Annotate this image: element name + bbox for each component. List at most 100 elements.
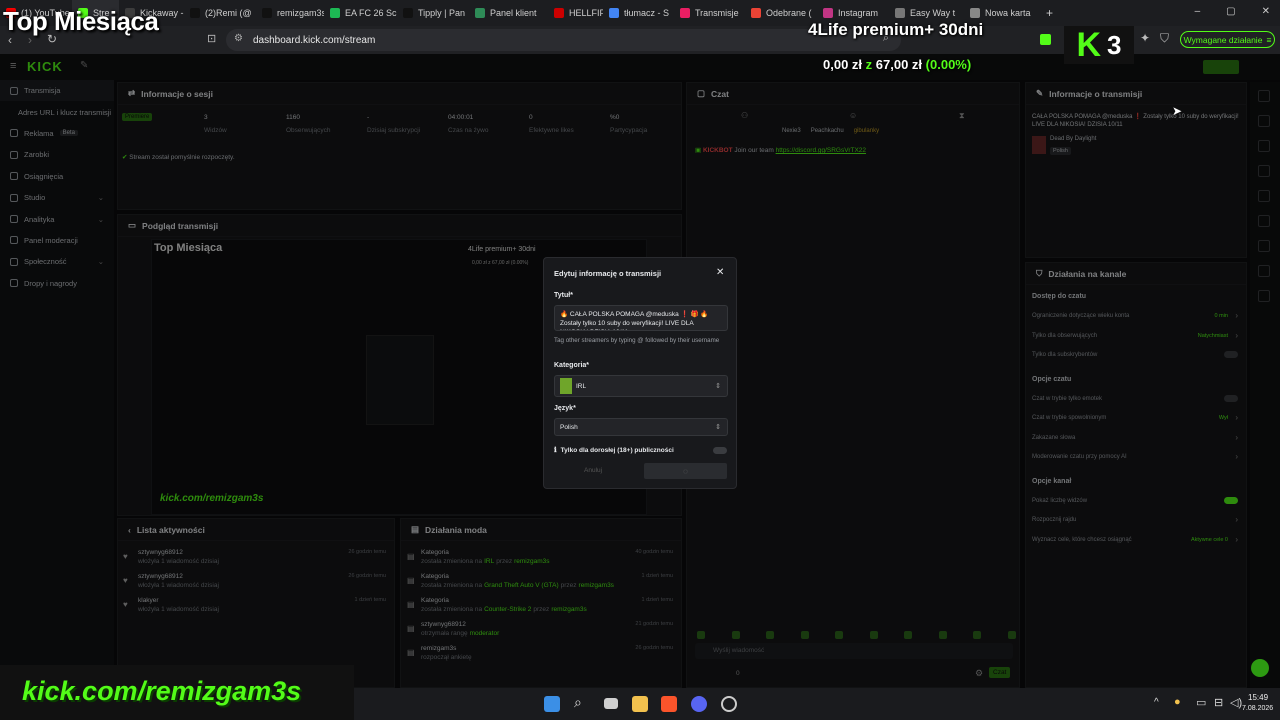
chat-emote-icon[interactable] [869,631,878,639]
browser-tab[interactable]: remizgam3s [256,0,324,26]
sidebar-item[interactable]: Studio ⌄ [0,187,114,208]
list-rail-icon[interactable] [1258,165,1270,177]
channel-setting-label[interactable]: Rozpocznij rajdu [1032,517,1076,523]
chat-send-button[interactable]: Czat [989,667,1011,678]
chat-rail-icon[interactable] [1258,115,1270,127]
bookmark-icon[interactable]: ⊡ [207,32,216,45]
mod-action-sub-part[interactable]: Counter-Strike 2 [484,606,531,613]
activity-user[interactable]: sztywnyg68912 [138,549,183,556]
modal-close-icon[interactable]: ✕ [716,267,724,278]
layout-icon[interactable] [1258,240,1270,252]
sidebar-item[interactable]: Społeczność ⌄ [0,251,114,272]
chat-emote-icon[interactable]: ☺ [849,111,857,120]
sidebar-item[interactable]: Adres URL i klucz transmisji [0,101,114,122]
sidebar-item[interactable]: Panel moderacji [0,230,114,251]
required-action-button[interactable]: Wymagane działanie ≡ [1180,31,1275,48]
chat-input[interactable]: Wyślij wiadomość [695,643,1013,659]
chat-emote-icon[interactable] [835,631,843,639]
sidebar-item[interactable]: Transmisja [0,80,114,102]
browser-tab[interactable]: (2)Remi (@ [184,0,256,26]
channel-setting-toggle[interactable] [1224,496,1238,504]
chat-emote-icon[interactable] [973,631,981,639]
chat-settings-icon[interactable]: ⚙ [975,668,983,679]
discord-icon[interactable] [691,696,707,712]
sidebar-item[interactable]: Analityka ⌄ [0,208,114,229]
tool-icon[interactable] [1258,265,1270,277]
kick-logo[interactable]: KICK [27,59,63,74]
tray-chevron-icon[interactable]: ^ [1154,697,1159,708]
go-live-button[interactable] [1203,60,1239,74]
chat-top-user[interactable]: Peachkachu [811,128,844,134]
chat-emote-icon[interactable] [1007,631,1016,639]
channel-setting-label[interactable]: Czat w trybie spowolnionym [1032,415,1106,421]
chat-message-user[interactable]: KICKBOT [703,147,733,154]
collapse-icon[interactable]: ‹ [128,525,131,535]
floating-green-icon[interactable] [1251,659,1269,677]
category-select[interactable]: IRL ⇕ [554,375,728,397]
sidebar-item[interactable]: Zarobki [0,144,114,165]
channel-setting-toggle[interactable] [1224,351,1238,358]
browser-tab[interactable]: Panel klient [469,0,548,26]
browser-tab[interactable]: EA FC 26 Sc [324,0,397,26]
chevron-right-icon[interactable]: › [1235,311,1238,320]
message-icon[interactable] [1258,190,1270,202]
channel-setting-label[interactable]: Ograniczenie dotyczące wieku konta [1032,313,1129,319]
chevron-right-icon[interactable]: › [1235,331,1238,340]
clock-time[interactable]: 15:49 [1248,693,1268,702]
browser-tab[interactable]: Transmisje [674,0,745,26]
minimize-icon[interactable]: – [1195,6,1201,17]
maximize-icon[interactable]: ▢ [1226,6,1235,17]
activity-user[interactable]: klakyer [138,597,159,604]
chat-users-icon[interactable]: ⚇ [741,111,748,120]
mod-action-sub-part[interactable]: remizgam3s [551,606,586,613]
sparkle-icon[interactable]: ✦ [1140,31,1150,45]
plus-icon[interactable] [1258,140,1270,152]
task-view-icon[interactable] [604,698,618,709]
volume-icon[interactable]: ◁) [1230,696,1242,709]
title-input[interactable]: 🔥 CAŁA POLSKA POMAGA @meduska ❗ 🎁 🔥 Zost… [554,305,728,331]
chat-message-link[interactable]: https://discord.gg/SRGsVrTX22 [776,147,866,154]
chat-emote-icon[interactable] [697,631,705,639]
save-button[interactable]: ◌ [644,463,727,479]
channel-setting-toggle[interactable] [1224,394,1238,402]
chat-timer-icon[interactable]: ⧗ [959,111,965,121]
browser-tab[interactable]: HELLFIF [548,0,603,26]
chat-emote-icon[interactable] [731,631,740,639]
mic-icon[interactable]: ● [1174,696,1181,708]
site-settings-icon[interactable]: ⚙ [234,33,243,44]
mod-action-sub-part[interactable]: moderator [470,630,500,637]
sidebar-item[interactable]: Dropy i nagrody [0,273,114,294]
network-icon[interactable]: ⊟ [1214,696,1223,709]
channel-setting-label[interactable]: Zakazane słowa [1032,435,1075,441]
channel-setting-label[interactable]: Pokaż liczbę widzów [1032,498,1087,504]
chevron-right-icon[interactable]: › [1235,535,1238,544]
chevron-right-icon[interactable]: › [1235,413,1238,422]
new-tab-button[interactable]: + [1046,6,1053,20]
sidebar-item[interactable]: Osiągnięcia [0,166,114,187]
display-icon[interactable]: ▭ [1196,696,1206,709]
chevron-right-icon[interactable]: › [1235,515,1238,524]
mod-action-sub-part[interactable]: Grand Theft Auto V (GTA) [484,582,559,589]
close-window-icon[interactable]: ✕ [1262,6,1270,17]
mod-action-sub-part[interactable]: remizgam3s [579,582,614,589]
steam-icon[interactable] [721,696,737,712]
info-icon[interactable] [1258,90,1270,102]
channel-setting-label[interactable]: Tylko dla subskrybentów [1032,352,1097,358]
search-icon[interactable]: ⌕ [574,694,590,710]
activity-user[interactable]: sztywnyg68912 [138,573,183,580]
mod-action-sub-part[interactable]: IRL [484,558,494,565]
brave-icon[interactable] [661,696,677,712]
channel-setting-label[interactable]: Moderowanie czatu przy pomocy AI [1032,454,1127,460]
chat-emote-icon[interactable] [938,631,947,639]
hamburger-icon[interactable]: ≡ [10,60,16,72]
channel-setting-label[interactable]: Tylko dla obserwujących [1032,333,1097,339]
channel-setting-label[interactable]: Czat w trybie tylko emotek [1032,396,1102,402]
browser-tab[interactable]: Tipply | Pan [397,0,469,26]
chevron-right-icon[interactable]: › [1235,433,1238,442]
channel-setting-label[interactable]: Wyznacz cele, które chcesz osiągnąć [1032,537,1132,543]
clock-date[interactable]: 7.08.2026 [1242,705,1273,712]
mod-action-sub-part[interactable]: remizgam3s [514,558,549,565]
shield-icon[interactable]: ⛉ [1160,31,1169,46]
chat-top-user[interactable]: gibulanky [854,128,879,134]
browser-tab[interactable]: Odebrane ( [745,0,817,26]
